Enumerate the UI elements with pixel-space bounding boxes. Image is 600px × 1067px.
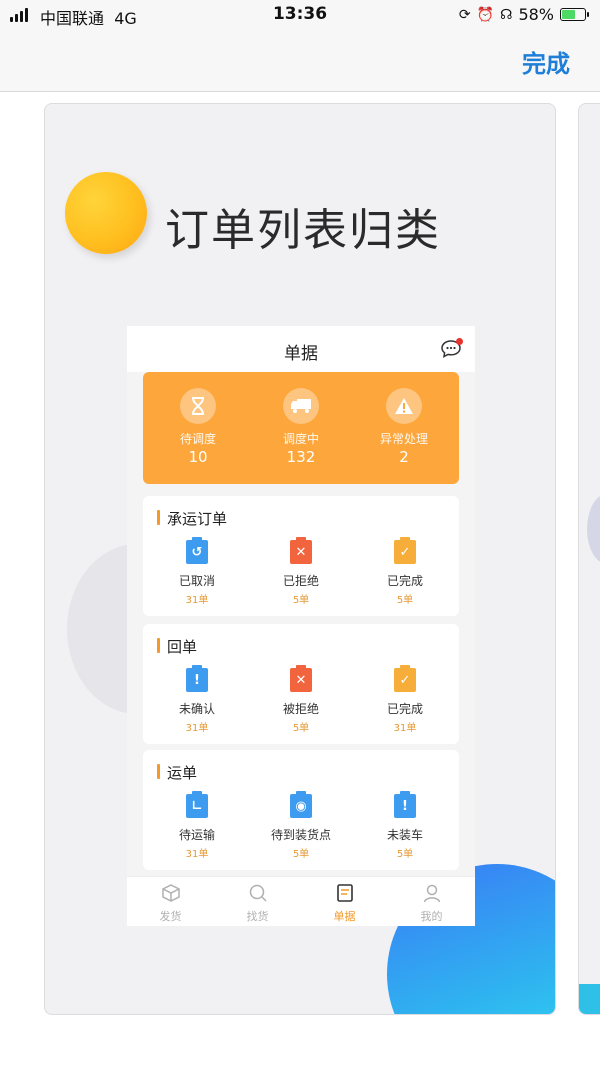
alarm-icon: ⏰ xyxy=(476,6,494,23)
section-title: 承运订单 xyxy=(157,508,227,529)
section-title: 运单 xyxy=(157,762,197,783)
item-label: 已拒绝 xyxy=(282,574,319,588)
summary-count: 2 xyxy=(399,448,409,466)
tab-label: 发货 xyxy=(159,910,182,923)
section-title: 回单 xyxy=(157,636,197,657)
warning-icon xyxy=(386,388,422,424)
headphones-icon: ☊ xyxy=(500,6,513,23)
item-label: 未确认 xyxy=(178,702,215,716)
summary-label: 调度中 xyxy=(282,432,319,446)
summary-panel: 待调度 10 调度中 132 异常处理 2 xyxy=(143,372,459,484)
hero-title: 订单列表归类 xyxy=(165,205,441,256)
summary-label: 待调度 xyxy=(179,432,216,446)
battery-percent: 58% xyxy=(518,5,554,24)
mock-title: 单据 xyxy=(284,344,318,364)
section-waybills: 运单 ∟ 待运输 31单 ◉ 待到装货点 5单 ! 未装车 5单 xyxy=(143,750,459,870)
battery-icon xyxy=(560,8,589,21)
item-count: 31单 xyxy=(185,849,209,860)
undo-icon: ↺ xyxy=(186,537,208,564)
summary-label: 异常处理 xyxy=(379,432,428,446)
location-icon: ◉ xyxy=(290,791,312,818)
item-count: 5单 xyxy=(292,723,310,734)
status-item: ! 未装车 5单 xyxy=(355,791,455,860)
exclamation-icon: ! xyxy=(186,665,208,692)
mock-header: 单据 xyxy=(127,326,475,372)
summary-count: 132 xyxy=(286,448,316,466)
summary-item: 异常处理 2 xyxy=(349,388,459,466)
status-item: ◉ 待到装货点 5单 xyxy=(251,791,351,860)
item-label: 被拒绝 xyxy=(282,702,319,716)
item-count: 5单 xyxy=(396,595,414,606)
hourglass-icon xyxy=(180,388,216,424)
tab-documents: 单据 xyxy=(301,883,388,924)
rotation-lock-icon: ⟳ xyxy=(458,6,471,23)
item-label: 未装车 xyxy=(386,828,423,842)
cross-icon: ✕ xyxy=(290,665,312,692)
sun-icon xyxy=(65,172,147,254)
item-count: 31单 xyxy=(185,723,209,734)
summary-item: 待调度 10 xyxy=(143,388,253,466)
summary-count: 10 xyxy=(188,448,208,466)
search-icon xyxy=(249,884,267,902)
tab-label: 我的 xyxy=(420,910,443,923)
screenshot-preview[interactable]: 订单列表归类 单据 待调度 10 调度中 132 异常处理 2 承运订单 ↺ 已… xyxy=(44,103,556,1015)
user-icon xyxy=(423,884,440,903)
summary-item: 调度中 132 xyxy=(246,388,356,466)
item-count: 5单 xyxy=(396,849,414,860)
status-item: ✕ 被拒绝 5单 xyxy=(251,665,351,734)
item-count: 31单 xyxy=(185,595,209,606)
done-button[interactable]: 完成 xyxy=(522,44,570,79)
document-icon xyxy=(336,884,353,902)
section-carrier-orders: 承运订单 ↺ 已取消 31单 ✕ 已拒绝 5单 ✓ 已完成 5单 xyxy=(143,496,459,616)
tab-label: 找货 xyxy=(246,910,269,923)
status-item: ✓ 已完成 5单 xyxy=(355,537,455,606)
nav-bar: 完成 xyxy=(0,30,600,92)
check-icon: ✓ xyxy=(394,665,416,692)
item-label: 待运输 xyxy=(178,828,215,842)
mock-phone-screen: 单据 待调度 10 调度中 132 异常处理 2 承运订单 ↺ 已取消 31单 … xyxy=(127,326,475,926)
cross-icon: ✕ xyxy=(290,537,312,564)
status-item: ∟ 待运输 31单 xyxy=(147,791,247,860)
status-item: ✕ 已拒绝 5单 xyxy=(251,537,351,606)
item-label: 待到装货点 xyxy=(270,828,331,842)
item-label: 已取消 xyxy=(178,574,215,588)
check-icon: ✓ xyxy=(394,537,416,564)
item-label: 已完成 xyxy=(386,702,423,716)
decorative-blue-shape xyxy=(579,984,600,1014)
tab-find: 找货 xyxy=(214,883,301,924)
notification-dot xyxy=(456,338,463,345)
clock-icon: ∟ xyxy=(186,791,208,818)
status-item: ✓ 已完成 31单 xyxy=(355,665,455,734)
status-indicators: ⟳ ⏰ ☊ 58% xyxy=(458,5,589,24)
item-count: 5单 xyxy=(292,849,310,860)
status-bar: 中国联通 4G 13:36 ⟳ ⏰ ☊ 58% xyxy=(0,0,600,30)
next-screenshot-preview[interactable] xyxy=(578,103,600,1015)
item-count: 31单 xyxy=(393,723,417,734)
truck-icon xyxy=(283,388,319,424)
tab-mine: 我的 xyxy=(388,883,475,924)
item-label: 已完成 xyxy=(386,574,423,588)
tab-label: 单据 xyxy=(333,910,356,923)
section-receipts: 回单 ! 未确认 31单 ✕ 被拒绝 5单 ✓ 已完成 31单 xyxy=(143,624,459,744)
status-item: ↺ 已取消 31单 xyxy=(147,537,247,606)
tab-ship: 发货 xyxy=(127,883,214,924)
status-item: ! 未确认 31单 xyxy=(147,665,247,734)
box-icon xyxy=(161,884,180,902)
decorative-circle xyxy=(587,494,600,564)
item-count: 5单 xyxy=(292,595,310,606)
exclamation-icon: ! xyxy=(394,791,416,818)
mock-tab-bar: 发货 找货 单据 我的 xyxy=(127,876,475,926)
